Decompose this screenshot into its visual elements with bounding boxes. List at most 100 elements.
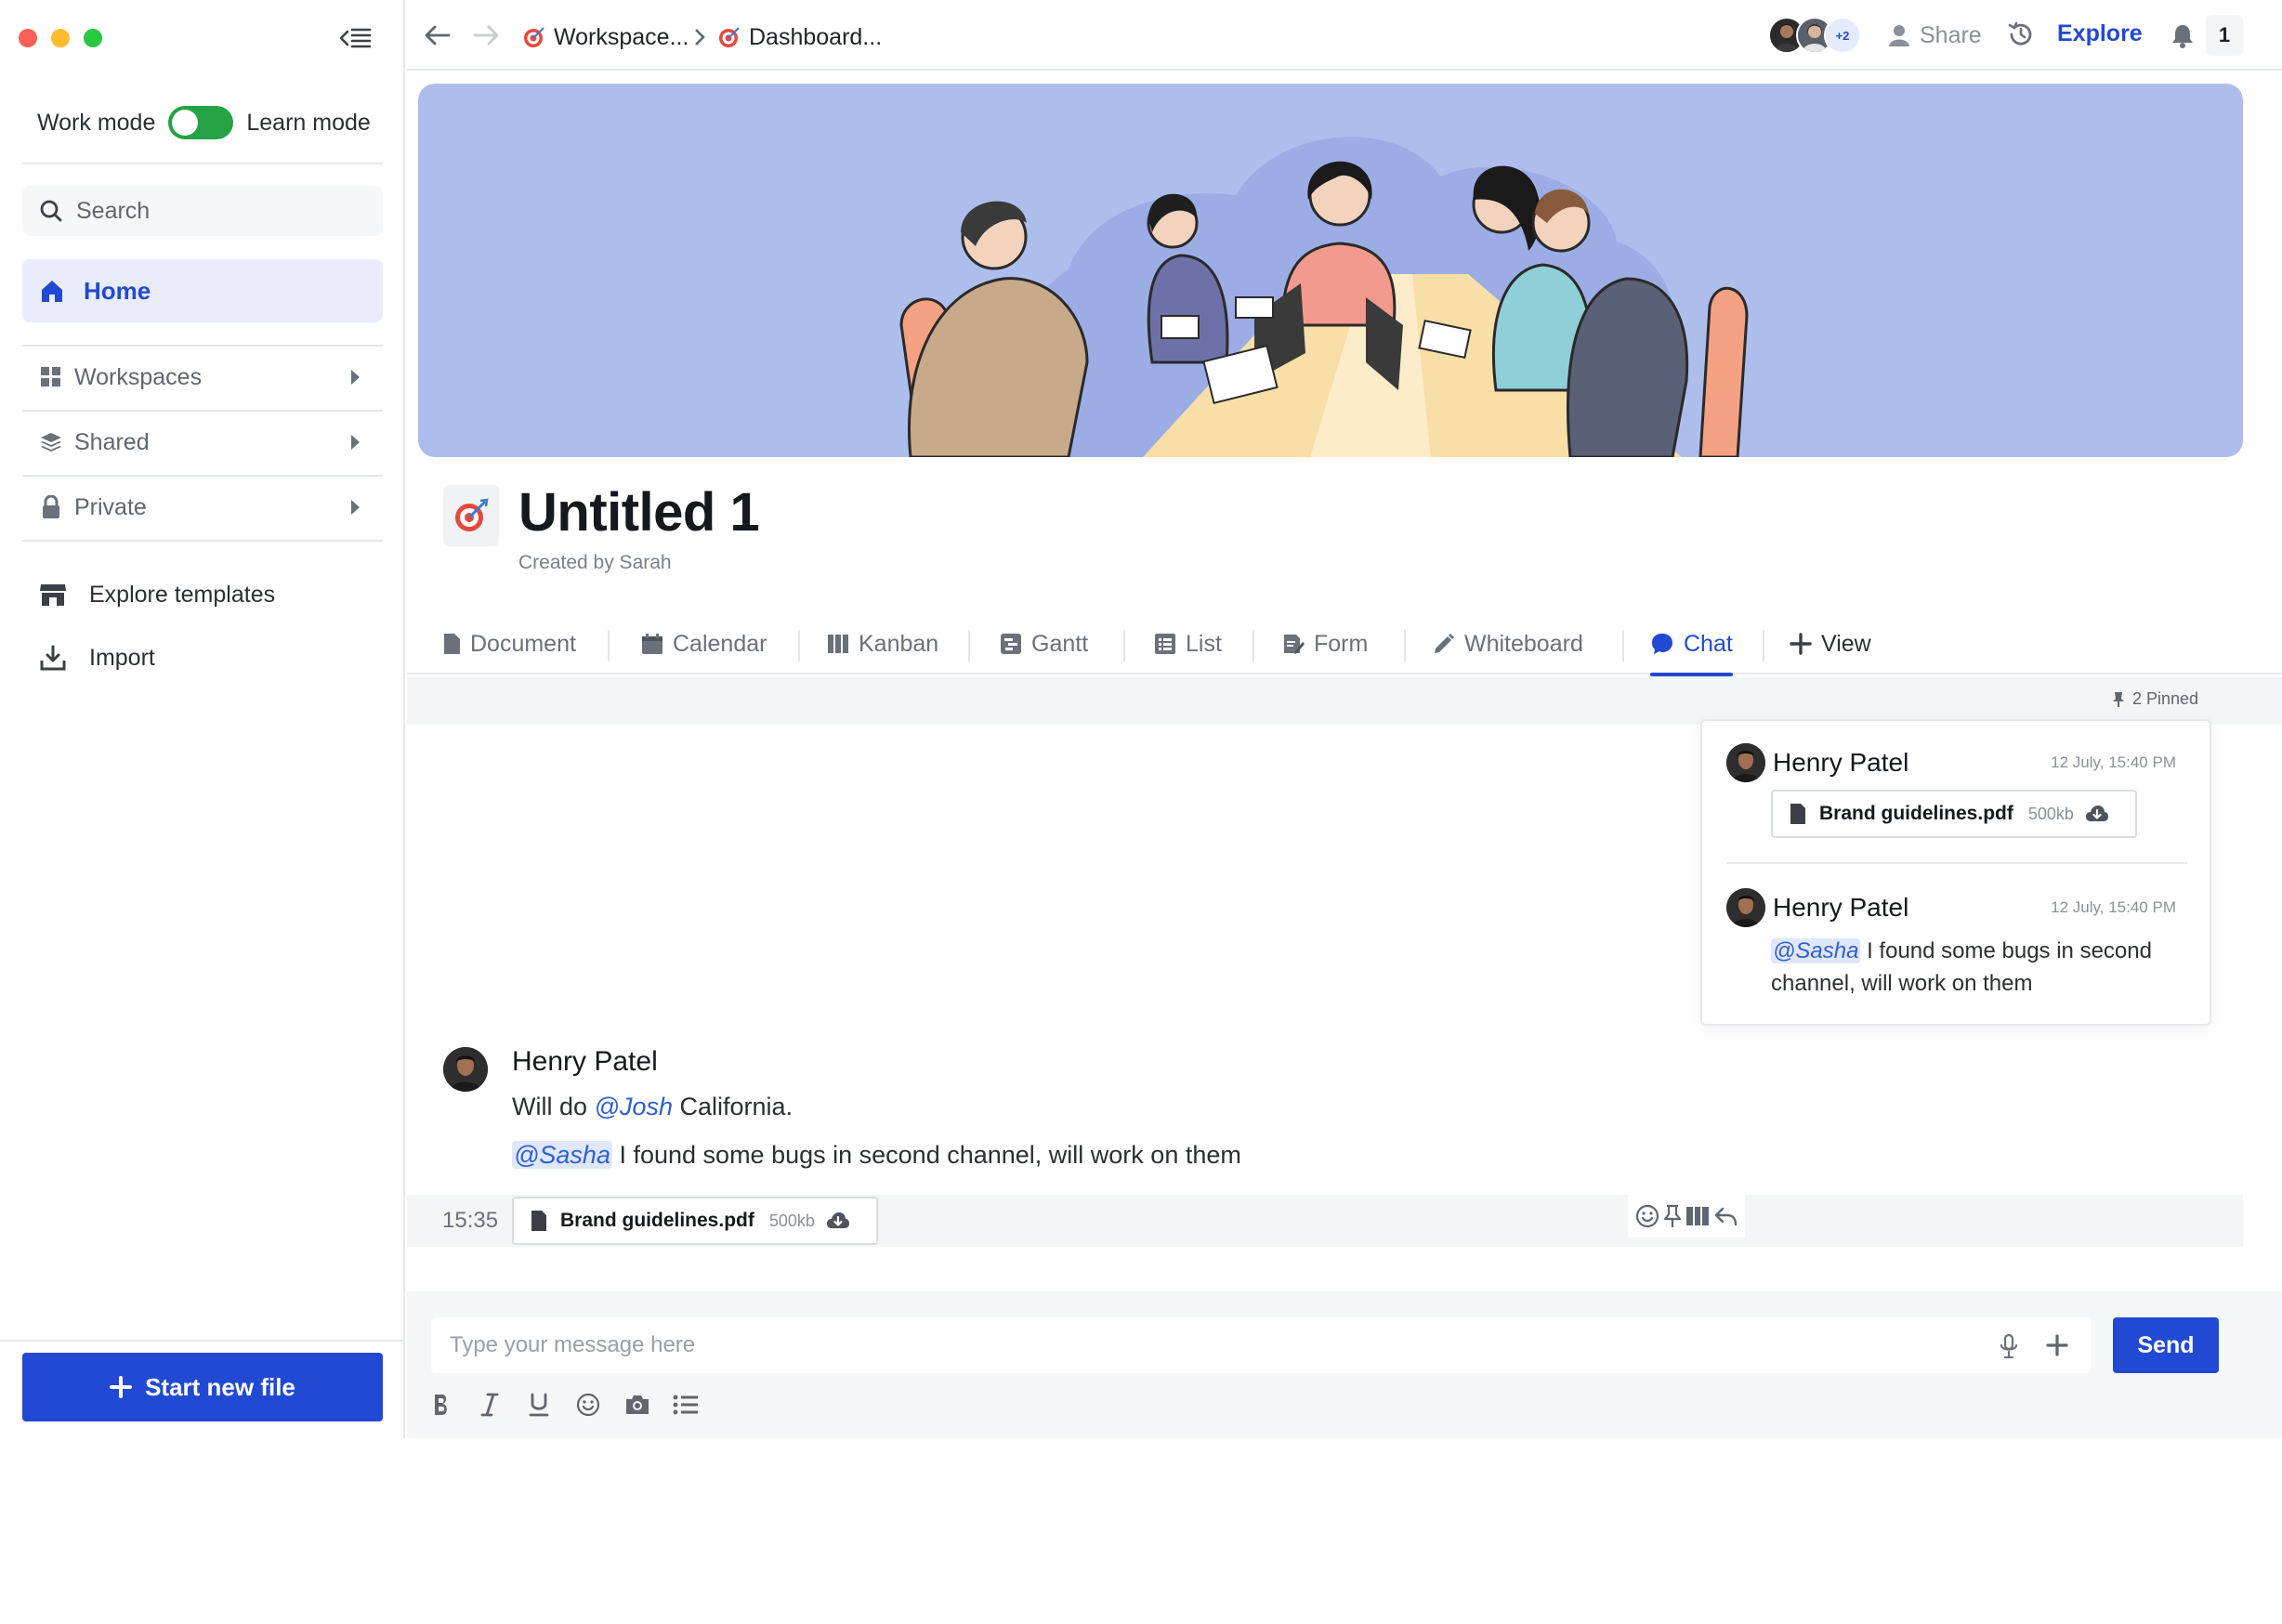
collapse-sidebar-icon[interactable] bbox=[338, 24, 372, 52]
grid-icon bbox=[41, 367, 60, 386]
back-arrow-icon[interactable] bbox=[424, 22, 452, 48]
caret-right-icon[interactable] bbox=[349, 369, 361, 386]
caret-right-icon[interactable] bbox=[349, 499, 361, 516]
sidebar-search[interactable]: Search bbox=[22, 186, 383, 236]
pinned-count: 2 Pinned bbox=[2131, 689, 2198, 708]
more-avatars-badge[interactable]: +2 bbox=[1824, 17, 1861, 54]
explore-link[interactable]: Explore bbox=[2057, 20, 2143, 47]
start-new-file-button[interactable]: Start new file bbox=[22, 1353, 383, 1421]
microphone-icon[interactable] bbox=[2000, 1334, 2018, 1358]
explore-templates-label: Explore templates bbox=[89, 581, 276, 608]
target-icon bbox=[524, 27, 544, 47]
window-minimize-button[interactable] bbox=[51, 29, 70, 47]
columns-icon[interactable] bbox=[1685, 1206, 1710, 1226]
tab-divider bbox=[1763, 630, 1764, 661]
sidebar-item-private[interactable]: Private bbox=[22, 476, 383, 539]
tab-whiteboard[interactable]: Whiteboard bbox=[1433, 613, 1583, 674]
bell-icon[interactable] bbox=[2171, 22, 2195, 48]
pinned-message-text: @Sasha I found some bugs in second chann… bbox=[1771, 935, 2180, 1000]
lock-icon bbox=[43, 495, 59, 518]
message-input[interactable] bbox=[431, 1317, 2091, 1373]
notification-count[interactable]: 1 bbox=[2206, 15, 2243, 56]
avatar[interactable] bbox=[1726, 743, 1765, 782]
file-name: Brand guidelines.pdf bbox=[560, 1210, 754, 1231]
view-tabs: Document Calendar Kanban Gantt List Form… bbox=[407, 613, 2282, 676]
created-by-label: Created by Sarah bbox=[518, 552, 672, 573]
home-label: Home bbox=[84, 276, 151, 305]
list-icon bbox=[1155, 634, 1175, 654]
tab-chat[interactable]: Chat bbox=[1650, 613, 1733, 676]
pinned-time: 12 July, 15:40 PM bbox=[2051, 898, 2176, 916]
formatting-toolbar bbox=[431, 1388, 721, 1421]
user-mention[interactable]: @Sasha bbox=[512, 1141, 612, 1169]
emoji-icon[interactable] bbox=[576, 1393, 624, 1417]
sidebar-item-home[interactable]: Home bbox=[22, 259, 383, 322]
document-icon bbox=[531, 1211, 546, 1231]
window-maximize-button[interactable] bbox=[84, 29, 102, 47]
cloud-download-icon[interactable] bbox=[2085, 805, 2109, 823]
target-icon bbox=[455, 498, 489, 531]
emoji-react-icon[interactable] bbox=[1635, 1204, 1659, 1228]
tab-add-view[interactable]: View bbox=[1790, 613, 1871, 674]
file-name: Brand guidelines.pdf bbox=[1819, 803, 2013, 824]
toggle-knob bbox=[172, 110, 199, 136]
pinned-author[interactable]: Henry Patel bbox=[1773, 893, 1908, 923]
file-attachment[interactable]: Brand guidelines.pdf 500kb bbox=[512, 1197, 878, 1245]
message-actions bbox=[1628, 1195, 1745, 1238]
forward-arrow-icon[interactable] bbox=[472, 22, 500, 48]
calendar-icon bbox=[642, 634, 662, 654]
home-icon bbox=[42, 281, 62, 302]
collaborator-avatars[interactable]: +2 bbox=[1768, 17, 1865, 54]
form-icon bbox=[1284, 635, 1305, 654]
tab-document[interactable]: Document bbox=[442, 613, 576, 674]
italic-icon[interactable] bbox=[479, 1393, 528, 1417]
avatar[interactable] bbox=[1726, 888, 1765, 927]
import-link[interactable]: Import bbox=[22, 632, 383, 684]
caret-right-icon[interactable] bbox=[349, 434, 361, 451]
tab-calendar[interactable]: Calendar bbox=[641, 613, 767, 674]
user-mention[interactable]: @Sasha bbox=[1771, 938, 1861, 963]
file-size: 500kb bbox=[768, 1211, 815, 1230]
page-title[interactable]: Untitled 1 bbox=[518, 481, 760, 544]
camera-icon[interactable] bbox=[624, 1394, 673, 1416]
tab-divider bbox=[1252, 630, 1254, 661]
cover-illustration bbox=[418, 84, 2243, 457]
cloud-download-icon[interactable] bbox=[826, 1211, 850, 1230]
send-button[interactable]: Send bbox=[2113, 1317, 2219, 1373]
sidebar-item-shared[interactable]: Shared bbox=[22, 411, 383, 474]
document-icon bbox=[444, 634, 460, 654]
pinned-bar: 2 Pinned bbox=[407, 676, 2282, 725]
bold-icon[interactable] bbox=[431, 1393, 479, 1417]
workspaces-label: Workspaces bbox=[74, 363, 203, 390]
underline-icon[interactable] bbox=[528, 1393, 576, 1417]
tab-kanban[interactable]: Kanban bbox=[827, 613, 938, 674]
plus-icon[interactable] bbox=[2046, 1334, 2068, 1356]
pencil-icon bbox=[1435, 634, 1454, 653]
pinned-file-attachment[interactable]: Brand guidelines.pdf 500kb bbox=[1771, 790, 2137, 838]
tab-gantt[interactable]: Gantt bbox=[1000, 613, 1088, 674]
message-composer: Send bbox=[407, 1291, 2282, 1438]
pinned-toggle[interactable]: 2 Pinned bbox=[2112, 689, 2198, 709]
breadcrumb-workspace[interactable]: Workspace... bbox=[522, 20, 689, 54]
history-icon[interactable] bbox=[2007, 20, 2035, 48]
tab-list[interactable]: List bbox=[1154, 613, 1222, 674]
user-mention[interactable]: @Josh bbox=[595, 1093, 673, 1120]
bulleted-list-icon[interactable] bbox=[673, 1394, 721, 1416]
reply-icon[interactable] bbox=[1713, 1206, 1738, 1226]
breadcrumb-dashboard-label: Dashboard... bbox=[749, 23, 883, 50]
page-icon[interactable] bbox=[443, 485, 499, 546]
breadcrumb-dashboard[interactable]: Dashboard... bbox=[717, 20, 882, 54]
sidebar-item-workspaces[interactable]: Workspaces bbox=[22, 346, 383, 409]
window-close-button[interactable] bbox=[19, 29, 37, 47]
tab-form[interactable]: Form bbox=[1282, 613, 1368, 674]
explore-templates-link[interactable]: Explore templates bbox=[22, 569, 383, 621]
pinned-author[interactable]: Henry Patel bbox=[1773, 748, 1908, 778]
message-text: California. bbox=[679, 1093, 793, 1120]
pin-icon[interactable] bbox=[1663, 1204, 1682, 1228]
share-button[interactable]: Share bbox=[1888, 19, 1982, 52]
mode-toggle[interactable] bbox=[168, 106, 234, 139]
avatar[interactable] bbox=[443, 1047, 488, 1092]
shared-label: Shared bbox=[74, 428, 150, 455]
kanban-icon bbox=[828, 635, 848, 653]
message-author[interactable]: Henry Patel bbox=[512, 1046, 658, 1078]
